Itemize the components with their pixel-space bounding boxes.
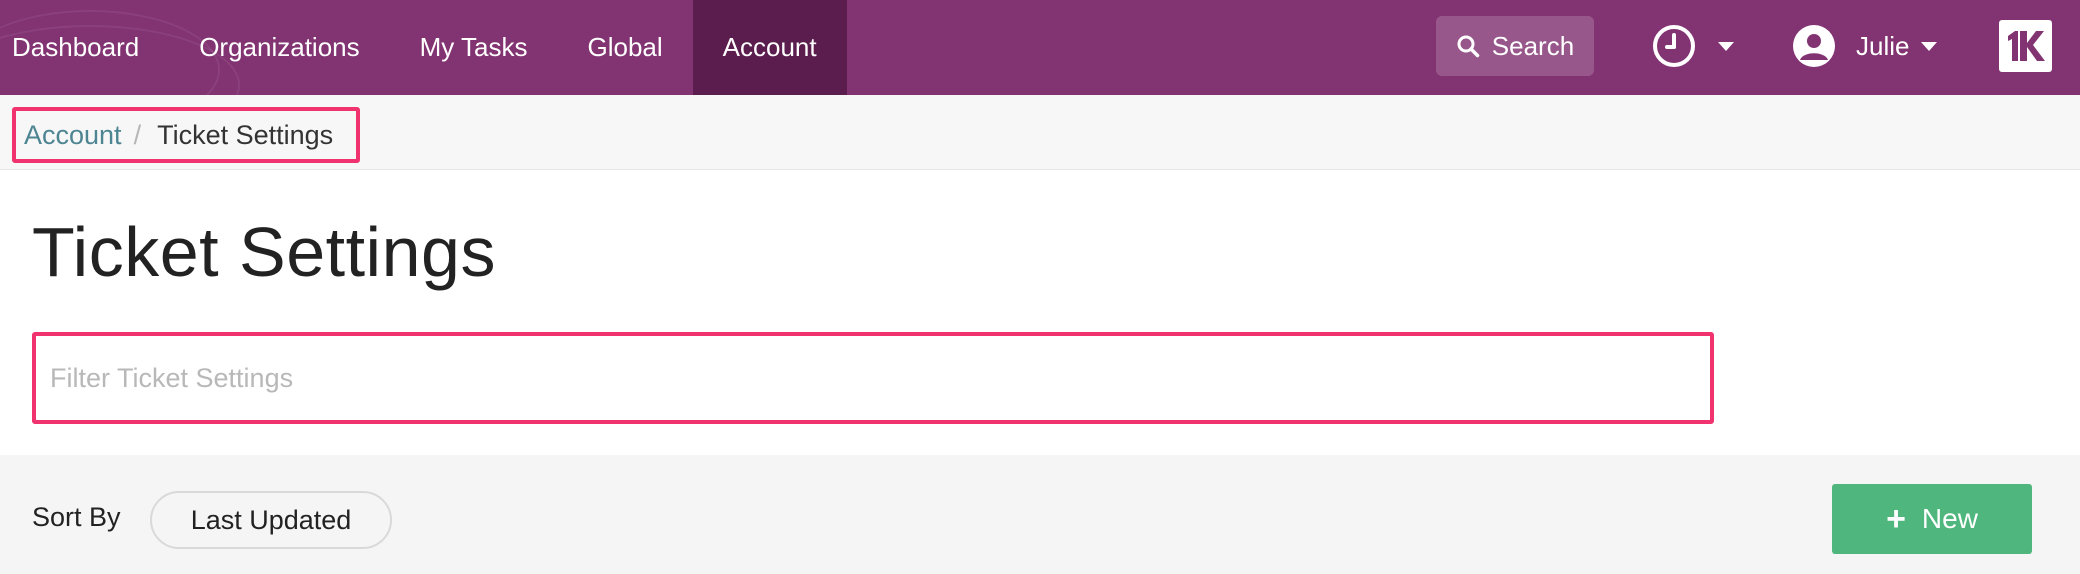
top-navbar: Dashboard Organizations My Tasks Global …	[0, 0, 2080, 95]
nav-item-my-tasks[interactable]: My Tasks	[390, 0, 558, 95]
nav-item-global[interactable]: Global	[558, 0, 693, 95]
search-icon	[1457, 35, 1480, 58]
1k-logo-icon[interactable]	[1999, 20, 2052, 72]
nav-item-dashboard[interactable]: Dashboard	[0, 0, 169, 95]
main-nav: Dashboard Organizations My Tasks Global …	[0, 0, 847, 95]
new-button-label: New	[1921, 503, 1978, 534]
nav-item-account[interactable]: Account	[692, 0, 847, 95]
breadcrumb-current: Ticket Settings	[157, 119, 334, 150]
search-label: Search	[1491, 30, 1575, 61]
user-name: Julie	[1856, 30, 1910, 61]
user-avatar-icon	[1793, 25, 1835, 67]
filter-input[interactable]	[36, 336, 1710, 420]
recent-history-menu[interactable]	[1652, 24, 1734, 68]
user-menu[interactable]: Julie	[1792, 24, 1938, 68]
page-title: Ticket Settings	[32, 213, 496, 291]
main-content: Ticket Settings	[0, 170, 2080, 455]
breadcrumb: Account / Ticket Settings	[12, 107, 360, 163]
breadcrumb-separator: /	[133, 119, 142, 150]
sort-select[interactable]: Last Updated	[150, 491, 392, 549]
chevron-down-icon	[1718, 41, 1734, 51]
search-button[interactable]: Search	[1436, 16, 1594, 76]
new-button[interactable]: + New	[1832, 484, 2032, 554]
sort-toolbar: Sort By Last Updated + New	[0, 455, 2080, 574]
filter-field-wrapper	[32, 332, 1714, 424]
nav-item-organizations[interactable]: Organizations	[169, 0, 389, 95]
clock-icon	[1653, 25, 1695, 67]
plus-icon: +	[1886, 500, 1906, 538]
breadcrumb-link-account[interactable]: Account	[24, 120, 122, 151]
chevron-down-icon	[1921, 41, 1938, 51]
breadcrumb-bar: Account / Ticket Settings	[0, 95, 2080, 170]
sort-by-label: Sort By	[32, 502, 121, 532]
